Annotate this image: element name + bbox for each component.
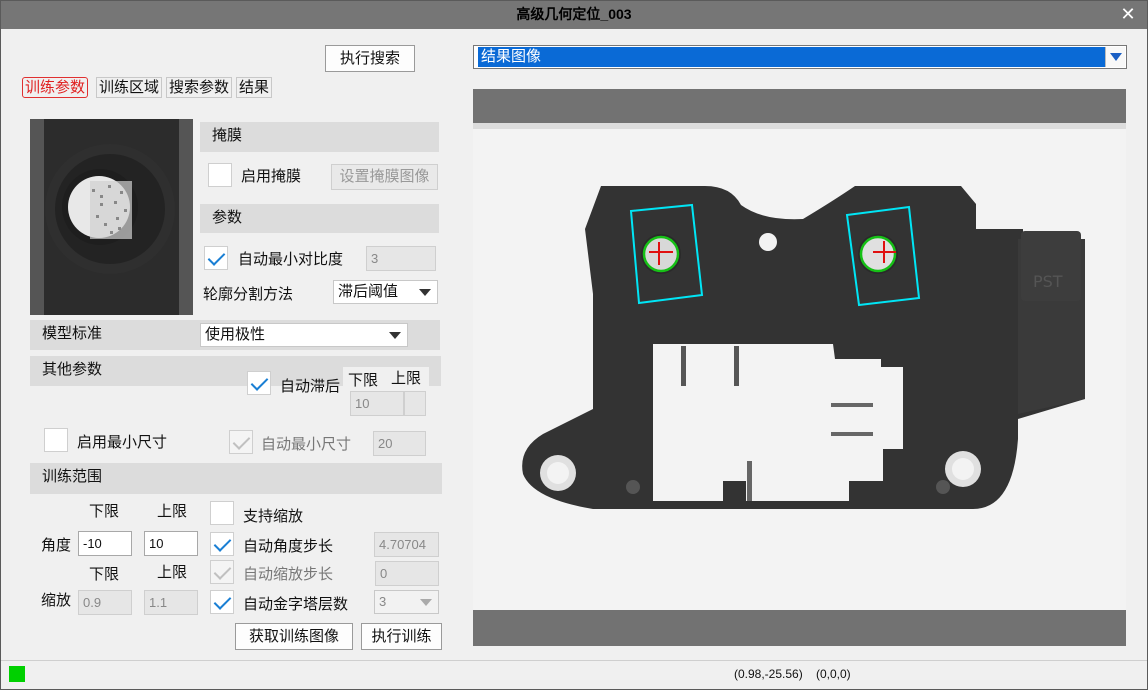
auto-angle-step-checkbox[interactable] <box>210 532 234 556</box>
pixel-value: (0,0,0) <box>816 667 851 681</box>
auto-pyramid-checkbox[interactable] <box>210 590 234 614</box>
model-standard-label: 模型标准 <box>42 325 103 342</box>
min-size-input[interactable]: 20 <box>373 431 426 456</box>
scale-upper-input[interactable]: 1.1 <box>144 590 198 615</box>
auto-hysteresis-checkbox[interactable] <box>247 371 271 395</box>
auto-min-size-label: 自动最小尺寸 <box>261 436 352 453</box>
get-train-image-button[interactable]: 获取训练图像 <box>235 623 353 650</box>
auto-scale-step-label: 自动缩放步长 <box>243 566 334 583</box>
angle-step-input[interactable]: 4.70704 <box>374 532 439 557</box>
status-bar: (0.98,-25.56) (0,0,0) <box>1 660 1147 689</box>
auto-angle-step-label: 自动角度步长 <box>243 538 334 555</box>
chevron-down-icon <box>419 289 431 296</box>
cursor-coords: (0.98,-25.56) <box>734 667 803 681</box>
scale-step-input[interactable]: 0 <box>375 561 439 586</box>
chevron-down-icon <box>420 599 432 606</box>
enable-min-size-label: 启用最小尺寸 <box>77 434 168 451</box>
angle-upper-input[interactable]: 10 <box>144 531 198 556</box>
auto-min-size-checkbox[interactable] <box>229 430 253 454</box>
tab-search-params[interactable]: 搜索参数 <box>166 77 233 98</box>
auto-scale-step-checkbox[interactable] <box>210 560 234 584</box>
chevron-down-icon <box>1110 53 1122 61</box>
result-image-canvas[interactable]: PST <box>473 89 1126 646</box>
scale-upper-header: 上限 <box>157 564 188 581</box>
model-thumbnail-image <box>30 119 193 315</box>
params-section-header: 参数 <box>200 204 439 233</box>
set-mask-image-button[interactable]: 设置掩膜图像 <box>331 164 438 190</box>
auto-min-contrast-label: 自动最小对比度 <box>238 251 344 268</box>
result-image-view[interactable]: PST <box>473 89 1126 646</box>
support-scale-checkbox[interactable] <box>210 501 234 525</box>
chevron-down-icon <box>389 332 401 339</box>
dialog-window: 高级几何定位_003 ✕ 执行搜索 训练参数 训练区域 搜索参数 结果 结果图像 <box>0 0 1148 690</box>
enable-min-size-checkbox[interactable] <box>44 428 68 452</box>
window-title: 高级几何定位_003 <box>516 6 632 22</box>
auto-pyramid-label: 自动金字塔层数 <box>243 596 349 613</box>
angle-label: 角度 <box>41 537 72 554</box>
contour-method-value: 滞后阈值 <box>338 283 399 300</box>
auto-hysteresis-label: 自动滞后 <box>280 378 341 395</box>
min-contrast-input[interactable]: 3 <box>366 246 436 271</box>
enable-mask-label: 启用掩膜 <box>241 168 302 185</box>
hysteresis-upper-label: 上限 <box>391 370 422 387</box>
contour-method-select[interactable]: 滞后阈值 <box>333 280 438 304</box>
scale-label: 缩放 <box>41 592 72 609</box>
hysteresis-upper-input[interactable] <box>404 391 426 416</box>
auto-min-contrast-checkbox[interactable] <box>204 246 228 270</box>
support-scale-label: 支持缩放 <box>243 508 304 525</box>
angle-lower-input[interactable]: -10 <box>78 531 132 556</box>
hysteresis-lower-input[interactable]: 10 <box>350 391 404 416</box>
mask-section-header: 掩膜 <box>200 122 439 152</box>
tab-results[interactable]: 结果 <box>236 77 273 98</box>
title-bar: 高级几何定位_003 ✕ <box>1 1 1147 29</box>
view-select-dropdown-button[interactable] <box>1105 47 1125 67</box>
contour-method-label: 轮廓分割方法 <box>203 286 294 303</box>
pyramid-levels-select[interactable]: 3 <box>374 590 439 614</box>
train-range-section-header: 训练范围 <box>30 463 442 494</box>
model-standard-select[interactable]: 使用极性 <box>200 323 408 347</box>
model-standard-value: 使用极性 <box>205 326 266 343</box>
view-select[interactable]: 结果图像 <box>473 45 1127 69</box>
run-train-button[interactable]: 执行训练 <box>361 623 442 650</box>
status-indicator <box>9 666 25 682</box>
view-select-value: 结果图像 <box>478 47 1110 67</box>
close-icon[interactable]: ✕ <box>1117 3 1139 25</box>
pyramid-levels-value: 3 <box>379 594 387 609</box>
hysteresis-header: 下限 上限 <box>343 367 429 389</box>
hysteresis-lower-label: 下限 <box>348 372 379 389</box>
tab-train-params[interactable]: 训练参数 <box>22 77 89 98</box>
scale-lower-input[interactable]: 0.9 <box>78 590 132 615</box>
svg-text:PST: PST <box>1033 272 1063 291</box>
run-search-button[interactable]: 执行搜索 <box>325 45 415 72</box>
model-thumbnail <box>30 119 193 315</box>
scale-lower-header: 下限 <box>89 566 120 583</box>
enable-mask-checkbox[interactable] <box>208 163 232 187</box>
tab-train-region[interactable]: 训练区域 <box>96 77 163 98</box>
angle-upper-header: 上限 <box>157 503 188 520</box>
angle-lower-header: 下限 <box>89 503 120 520</box>
